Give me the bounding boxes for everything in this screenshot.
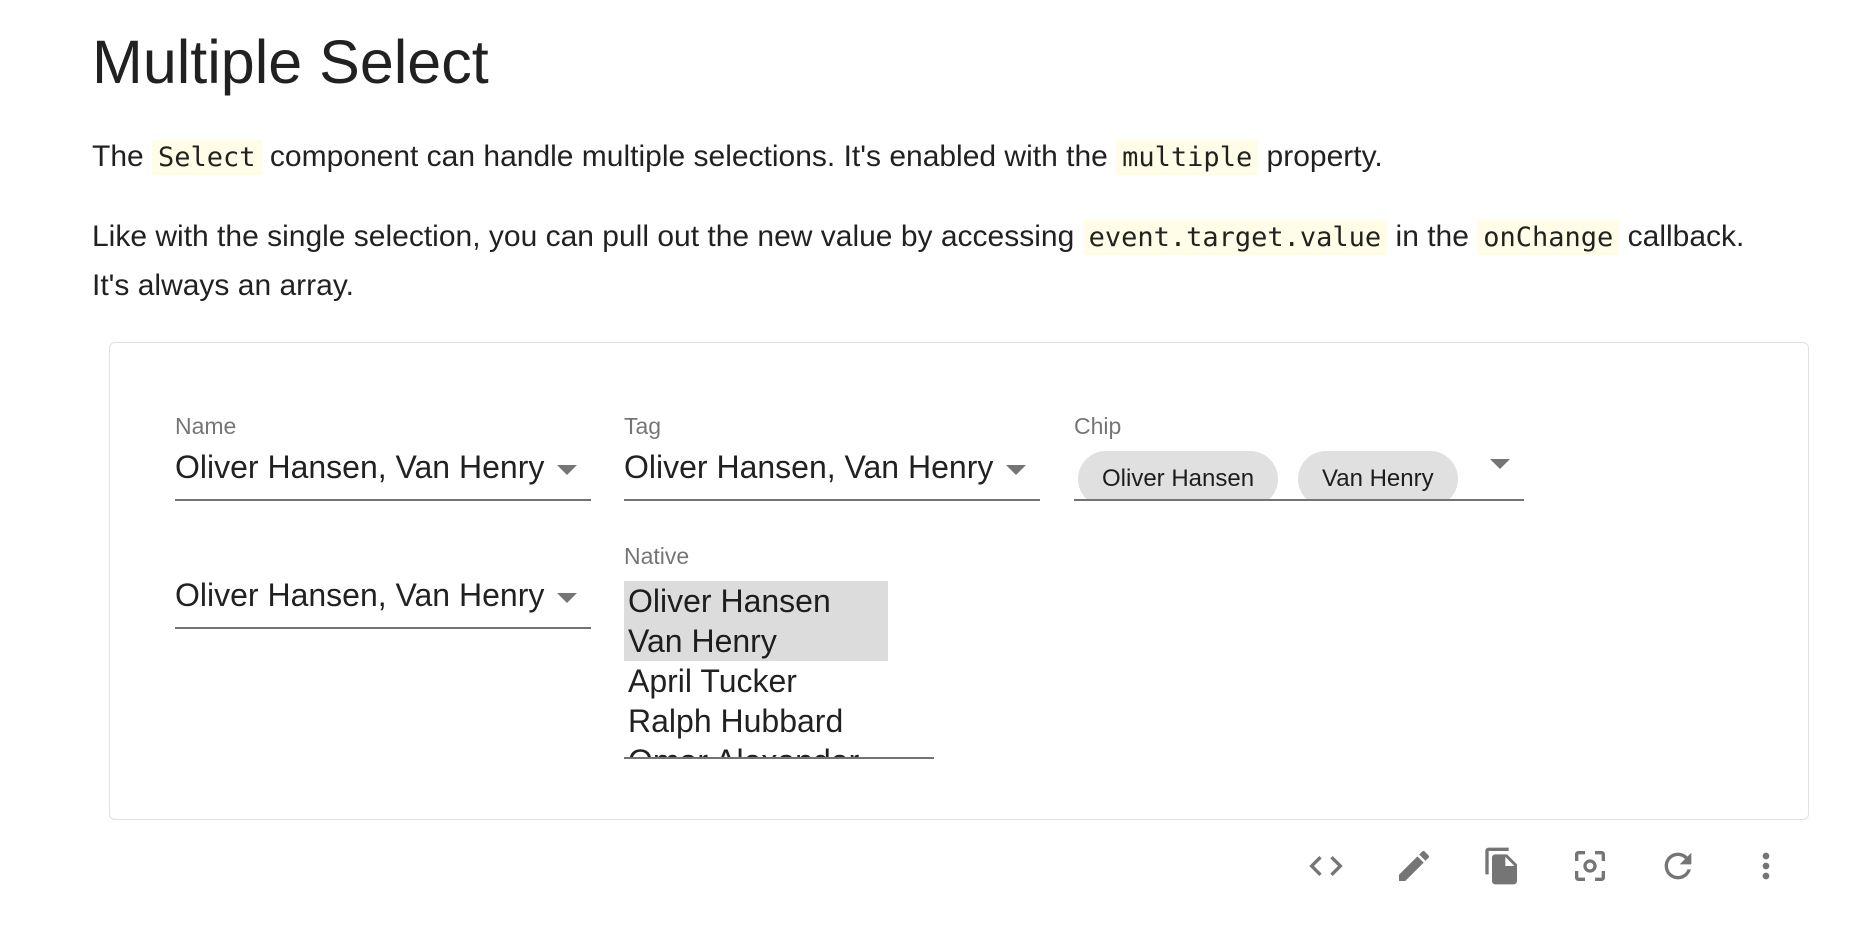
more-options-button[interactable] — [1740, 840, 1792, 892]
chip[interactable]: Van Henry — [1298, 451, 1458, 499]
native-option[interactable]: Omar Alexander — [624, 741, 934, 757]
code-event-target-value: event.target.value — [1082, 220, 1388, 255]
demo-container: Name Oliver Hansen, Van Henry Tag Oliver… — [109, 342, 1809, 820]
placeholder-select[interactable]: Oliver Hansen, Van Henry — [175, 569, 591, 629]
name-select-value: Oliver Hansen, Van Henry — [175, 449, 545, 485]
native-label: Native — [624, 543, 690, 569]
chip-select[interactable]: Oliver Hansen Van Henry — [1074, 441, 1524, 501]
copy-icon — [1482, 846, 1522, 886]
copy-button[interactable] — [1476, 840, 1528, 892]
chip-label: Chip — [1074, 413, 1122, 439]
code-select: Select — [152, 140, 262, 175]
code-multiple: multiple — [1116, 140, 1259, 175]
demo-toolbar — [1300, 840, 1800, 892]
screenshot-button[interactable] — [1564, 840, 1616, 892]
native-option[interactable]: Ralph Hubbard — [624, 701, 934, 741]
screenshot-icon — [1570, 846, 1610, 886]
edit-button[interactable] — [1388, 840, 1440, 892]
more-vert-icon — [1746, 846, 1786, 886]
detail-paragraph: Like with the single selection, you can … — [92, 213, 1772, 310]
arrow-drop-down-icon — [1490, 459, 1510, 469]
detail-text: Like with the single selection, you can … — [92, 220, 1083, 253]
tag-label: Tag — [624, 413, 662, 439]
code-icon — [1306, 846, 1346, 886]
reset-button[interactable] — [1652, 840, 1704, 892]
tag-select[interactable]: Oliver Hansen, Van Henry — [624, 441, 1040, 501]
arrow-drop-down-icon — [557, 593, 577, 603]
native-option[interactable]: Van Henry — [624, 621, 888, 661]
arrow-drop-down-icon — [1006, 465, 1026, 475]
name-select[interactable]: Oliver Hansen, Van Henry — [175, 441, 591, 501]
arrow-drop-down-icon — [557, 465, 577, 475]
intro-text: component can handle multiple selections… — [261, 140, 1117, 173]
name-select-field: Name Oliver Hansen, Van Henry — [175, 413, 591, 503]
page-title: Multiple Select — [92, 28, 489, 96]
native-select-field: Native Oliver Hansen Van Henry April Tuc… — [624, 543, 934, 763]
page: Multiple Select The Select component can… — [0, 0, 1862, 934]
native-option[interactable]: Oliver Hansen — [624, 581, 888, 621]
intro-text: The — [92, 140, 153, 173]
placeholder-select-value: Oliver Hansen, Van Henry — [175, 577, 545, 613]
intro-text: property. — [1258, 140, 1383, 173]
detail-text: in the — [1387, 220, 1478, 253]
edit-icon — [1394, 846, 1434, 886]
intro-paragraph: The Select component can handle multiple… — [92, 133, 1772, 182]
code-onchange: onChange — [1477, 220, 1620, 255]
refresh-icon — [1658, 846, 1698, 886]
view-source-button[interactable] — [1300, 840, 1352, 892]
tag-select-value: Oliver Hansen, Van Henry — [624, 449, 994, 485]
chip[interactable]: Oliver Hansen — [1078, 451, 1279, 499]
tag-select-field: Tag Oliver Hansen, Van Henry — [624, 413, 1040, 503]
native-select-list[interactable]: Oliver Hansen Van Henry April Tucker Ral… — [624, 581, 934, 759]
chip-select-field: Chip Oliver Hansen Van Henry — [1074, 413, 1524, 503]
native-option[interactable]: April Tucker — [624, 661, 934, 701]
name-label: Name — [175, 413, 237, 439]
placeholder-select-field: Oliver Hansen, Van Henry — [175, 541, 591, 631]
